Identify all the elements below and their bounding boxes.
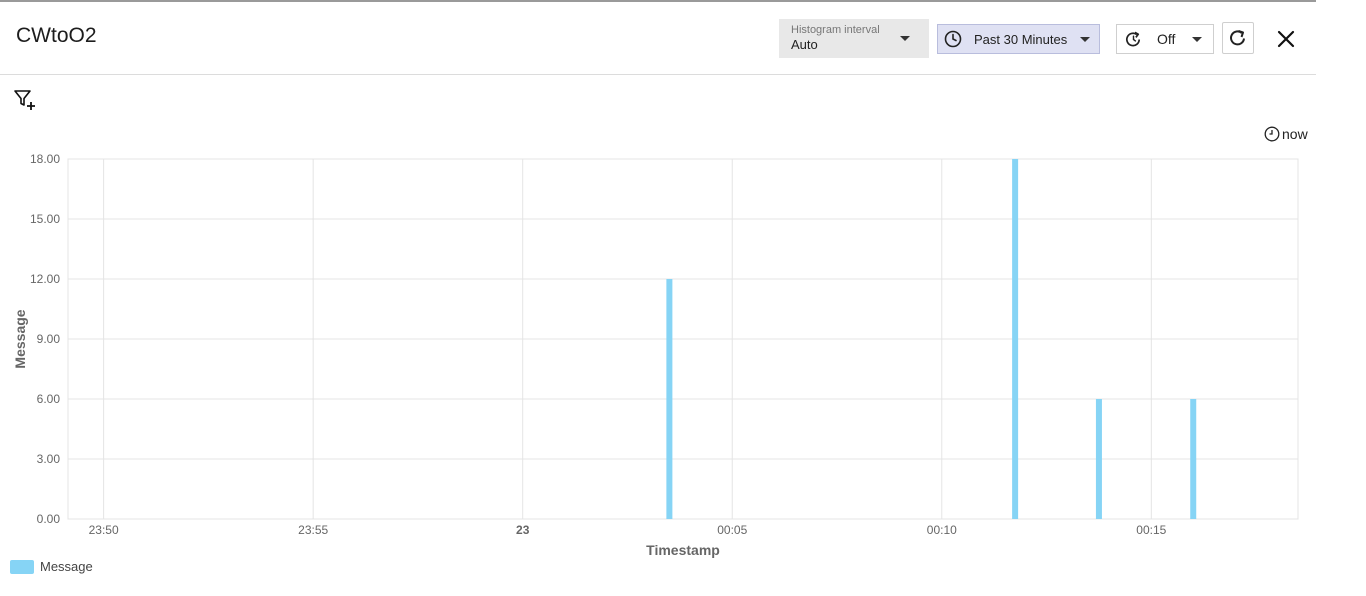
histogram-interval-select[interactable]: Histogram interval Auto xyxy=(779,19,929,58)
y-tick-label: 9.00 xyxy=(37,332,61,346)
histogram-bar[interactable] xyxy=(1190,399,1197,519)
histogram-bar[interactable] xyxy=(666,279,673,519)
auto-refresh-icon xyxy=(1126,31,1141,47)
legend-label: Message xyxy=(40,559,93,574)
y-tick-label: 3.00 xyxy=(37,452,61,466)
time-range-label: Past 30 Minutes xyxy=(974,32,1068,47)
page-margin xyxy=(1316,0,1366,596)
chevron-down-icon xyxy=(900,36,910,41)
refresh-icon xyxy=(1230,30,1245,46)
y-tick-label: 6.00 xyxy=(37,392,61,406)
x-axis-title: Timestamp xyxy=(646,542,720,558)
now-label: now xyxy=(1282,126,1308,142)
x-tick-label: 00:05 xyxy=(717,523,747,537)
auto-refresh-select[interactable]: Off xyxy=(1116,24,1214,54)
x-tick-label: 23:55 xyxy=(298,523,328,537)
y-tick-label: 15.00 xyxy=(30,212,60,226)
time-range-picker[interactable]: Past 30 Minutes xyxy=(937,24,1100,54)
auto-refresh-value: Off xyxy=(1157,31,1176,47)
x-tick-label: 23 xyxy=(516,523,530,537)
x-tick-label: 00:10 xyxy=(927,523,957,537)
y-tick-label: 12.00 xyxy=(30,272,60,286)
histogram-chart: 0.00 3.00 6.00 9.00 12.00 15.00 18.00 23:50 23:5… xyxy=(12,152,1299,558)
x-tick-label: 23:50 xyxy=(89,523,119,537)
refresh-button[interactable] xyxy=(1222,22,1254,54)
histogram-interval-label: Histogram interval xyxy=(791,24,880,36)
close-button[interactable] xyxy=(1272,24,1300,52)
histogram-panel: CWtoO2 Histogram interval Auto Past 30 M… xyxy=(0,2,1316,596)
clock-icon xyxy=(944,30,962,48)
close-icon xyxy=(1277,30,1295,48)
y-tick-label: 18.00 xyxy=(30,152,60,166)
histogram-bar[interactable] xyxy=(1095,399,1102,519)
add-filter-button[interactable] xyxy=(13,88,37,112)
histogram-interval-value: Auto xyxy=(791,37,818,52)
clock-icon xyxy=(1264,126,1280,142)
x-tick-label: 00:15 xyxy=(1136,523,1166,537)
histogram-bar[interactable] xyxy=(1012,159,1019,519)
y-axis-title: Message xyxy=(12,309,28,368)
filter-add-icon xyxy=(14,90,35,110)
panel-title: CWtoO2 xyxy=(16,24,97,47)
legend-swatch xyxy=(10,560,34,574)
y-tick-label: 0.00 xyxy=(37,512,61,526)
chevron-down-icon xyxy=(1192,37,1202,42)
panel-header: CWtoO2 Histogram interval Auto Past 30 M… xyxy=(0,2,1316,75)
chevron-down-icon xyxy=(1080,37,1090,42)
